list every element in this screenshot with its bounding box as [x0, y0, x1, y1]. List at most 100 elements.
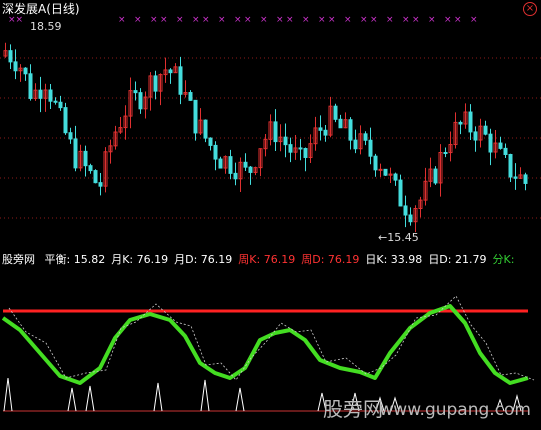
high-price-label: 18.59 [30, 20, 62, 33]
signal-marker: × [412, 15, 420, 25]
indicator-legend: 股旁网 平衡: 15.82 月K: 76.19 月D: 76.19 周K: 76.19… [2, 251, 520, 267]
candle-body [88, 165, 93, 172]
signal-marker: × [192, 15, 200, 25]
signal-marker: × [260, 15, 268, 25]
candle-body [233, 172, 238, 180]
candle-body [373, 155, 378, 171]
candle-body [323, 129, 328, 136]
signal-spike [3, 377, 13, 412]
candle-body [178, 66, 183, 95]
candle-body [203, 119, 208, 139]
signal-marker: × [134, 15, 142, 25]
signal-marker: × [318, 15, 326, 25]
candle-body [298, 147, 303, 150]
legend-item: 平衡: 15.82 [44, 253, 106, 266]
signal-line [8, 295, 535, 381]
signal-marker: × [150, 15, 158, 25]
candle-body [458, 121, 463, 125]
candle-body [188, 92, 193, 101]
signal-marker: × [370, 15, 378, 25]
watermark-url: www.gupang.com [379, 400, 531, 420]
candle-body [363, 133, 368, 141]
candle-body [288, 144, 293, 153]
candle-body [8, 50, 13, 63]
period-label: (日线) [46, 2, 80, 16]
candle-body [38, 89, 43, 99]
candle-body [303, 148, 308, 158]
signal-marker: × [360, 15, 368, 25]
signal-marker: × [234, 15, 242, 25]
signal-spike [235, 387, 245, 412]
candle-body [243, 161, 248, 168]
candle-body [503, 147, 508, 155]
signal-marker: × [454, 15, 462, 25]
stock-name: 深发展A [2, 2, 47, 16]
legend-item: 日D: 21.79 [428, 253, 487, 266]
signal-spike [200, 379, 210, 412]
candle-body [28, 73, 33, 99]
signal-spike [67, 387, 77, 412]
candle-body [473, 131, 478, 141]
candle-body [193, 99, 198, 134]
candle-body [408, 214, 413, 223]
candle-body [228, 156, 233, 174]
candle-body [218, 158, 223, 169]
price-chart-panel[interactable]: × × × × × × × × × × × × × × × × × × × × × × × × × × ×× [0, 0, 541, 248]
signal-marker: × [344, 15, 352, 25]
candle-body [403, 205, 408, 216]
close-icon[interactable]: × [523, 2, 537, 16]
candle-body [133, 90, 138, 94]
candle-body [73, 138, 78, 169]
candle-body [483, 125, 488, 135]
signal-marker: × [118, 15, 126, 25]
candle-body [13, 61, 18, 72]
signal-marker: × [428, 15, 436, 25]
legend-item: 月K: 76.19 [111, 253, 169, 266]
signal-marker: × [176, 15, 184, 25]
legend-item: 周D: 76.19 [301, 253, 360, 266]
candle-body [508, 153, 513, 178]
candle-body [53, 100, 58, 103]
legend-item: 周K: 76.19 [238, 253, 296, 266]
candle-body [443, 152, 448, 155]
candle-body [523, 174, 528, 184]
signal-marker: × [276, 15, 284, 25]
legend-item: 月D: 76.19 [174, 253, 233, 266]
candle-body [138, 92, 143, 110]
candle-body [348, 119, 353, 141]
signal-marker: × [244, 15, 252, 25]
oscillator-line [1, 304, 529, 385]
candle-body [338, 118, 343, 129]
signal-marker: × [218, 15, 226, 25]
candle-body [48, 89, 53, 102]
signal-marker: × [160, 15, 168, 25]
candle-body [23, 67, 28, 75]
signal-spike [85, 385, 95, 412]
candle-body [488, 133, 493, 153]
candle-body [433, 168, 438, 184]
candle-body [168, 69, 173, 74]
candle-body [498, 142, 503, 149]
legend-item: 日K: 33.98 [365, 253, 423, 266]
candle-body [283, 136, 288, 146]
signal-marker: × [286, 15, 294, 25]
signal-spike [153, 382, 163, 412]
candle-body [208, 137, 213, 146]
candle-body [93, 170, 98, 184]
candle-body [393, 173, 398, 181]
chart-title: 深发展A(日线) [2, 0, 80, 17]
signal-marker: × [202, 15, 210, 25]
price-chart: × × × × × × × × × × × × × × × × × × × × × × × × × ××× [0, 15, 541, 233]
candle-body [273, 121, 278, 143]
candle-body [353, 139, 358, 150]
signal-marker: × [402, 15, 410, 25]
candle-body [378, 168, 383, 171]
candle-body [318, 127, 323, 131]
candle-body [398, 179, 403, 207]
candle-body [333, 105, 338, 120]
candle-body [98, 182, 103, 187]
signal-marker: × [328, 15, 336, 25]
candle-body [63, 107, 68, 134]
signal-marker: × [470, 15, 478, 25]
candle-body [83, 150, 88, 167]
